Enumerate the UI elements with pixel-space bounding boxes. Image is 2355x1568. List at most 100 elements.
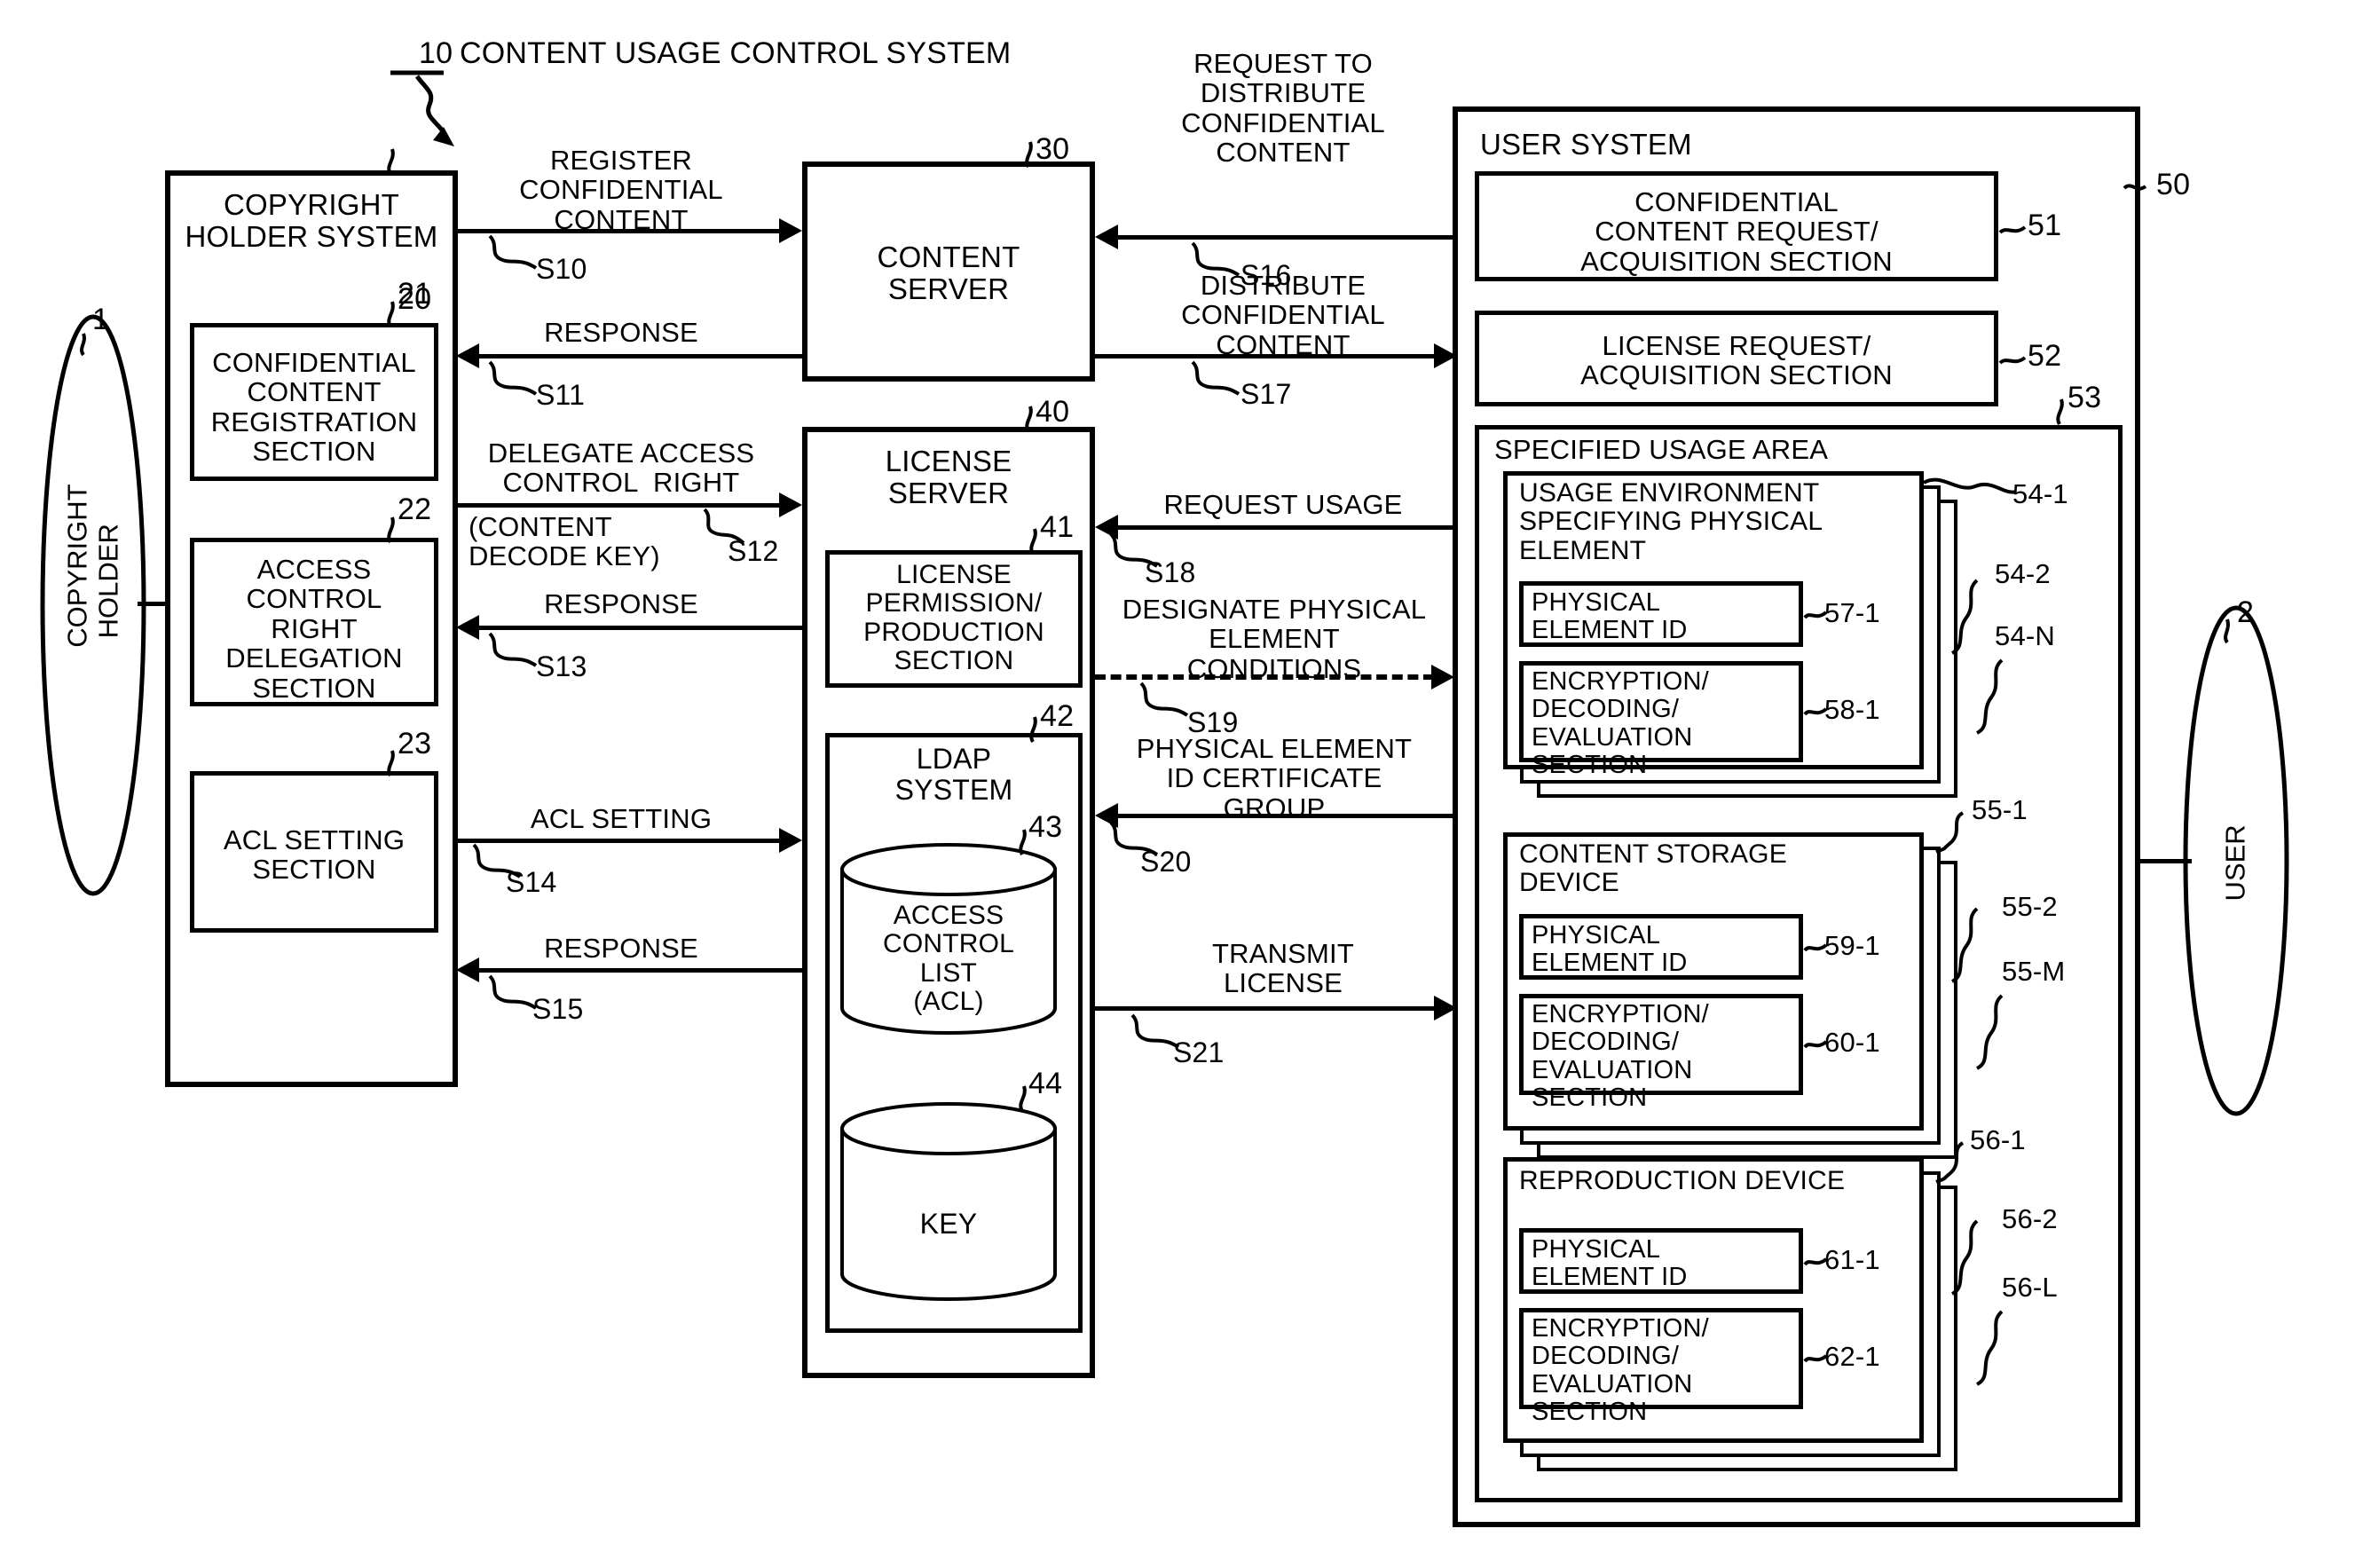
user-system-title: USER SYSTEM [1480, 128, 1692, 161]
ref-56-L-leader [1975, 1310, 2004, 1386]
flow-s16-label: REQUEST TO DISTRIBUTE CONFIDENTIAL CONTE… [1181, 48, 1385, 169]
ref-55-M: 55-M [2002, 956, 2066, 987]
specified-usage-area-title: SPECIFIED USAGE AREA [1494, 434, 1829, 465]
ref-59-1-leader [1803, 943, 1828, 952]
license-request-acquisition-section-label: LICENSE REQUEST/ ACQUISITION SECTION [1580, 330, 1893, 391]
physical-element-id-label-59: PHYSICAL ELEMENT ID [1532, 921, 1688, 978]
flow-s10-label: REGISTER CONFIDENTIAL CONTENT [519, 145, 723, 235]
ref-52-leader [1998, 356, 2027, 365]
ref-50-leader [2123, 184, 2147, 191]
flow-s18-label: REQUEST USAGE [1163, 489, 1403, 520]
ref-56-2: 56-2 [2002, 1203, 2058, 1234]
system-title: CONTENT USAGE CONTROL SYSTEM [460, 36, 1012, 70]
ref-61-1-leader [1803, 1257, 1828, 1266]
key-database-cylinder [840, 1102, 1057, 1301]
flow-s17-leader [1191, 360, 1241, 396]
ref-54-N: 54-N [1995, 620, 2055, 651]
ref-30-leader [1025, 141, 1033, 169]
flow-s14-leader [472, 843, 522, 879]
flow-s18-leader [1109, 532, 1159, 568]
ref-55-1: 55-1 [1972, 794, 2028, 825]
ref-57-1: 57-1 [1824, 597, 1880, 628]
user-label: USER [2219, 824, 2251, 902]
ref-20-leader [387, 148, 395, 176]
ref-56-1-leader [1935, 1141, 1965, 1184]
flow-s12-arrowhead [779, 492, 802, 517]
user-system-to-user-connector [2138, 859, 2192, 863]
ref-61-1: 61-1 [1824, 1244, 1880, 1275]
flow-s20-leader [1109, 821, 1159, 856]
confidential-content-registration-section-label: CONFIDENTIAL CONTENT REGISTRATION SECTIO… [210, 347, 418, 468]
flow-s12-label: DELEGATE ACCESS CONTROL RIGHT [487, 437, 755, 499]
flow-s15-label: RESPONSE [544, 933, 698, 964]
flow-s15-leader [488, 974, 538, 1010]
flow-s19-leader [1139, 682, 1189, 717]
flow-s13-step: S13 [536, 650, 587, 682]
key-database-label: KEY [919, 1208, 978, 1240]
ref-60-1-leader [1803, 1040, 1828, 1049]
flow-s10-leader [488, 234, 538, 270]
flow-s10-step: S10 [536, 253, 587, 285]
ref-62-1: 62-1 [1824, 1341, 1880, 1372]
flow-s16-line [1114, 235, 1457, 240]
ref-23-leader [387, 750, 395, 777]
flow-s12-sublabel: (CONTENT DECODE KEY) [469, 511, 660, 572]
license-permission-production-section-label: LICENSE PERMISSION/ PRODUCTION SECTION [863, 560, 1044, 676]
flow-s18-line [1114, 525, 1457, 530]
flow-s14-arrowhead [779, 828, 802, 853]
flow-s12-leader [703, 508, 745, 545]
content-server-title: CONTENT SERVER [877, 240, 1020, 305]
patent-figure: 10 CONTENT USAGE CONTROL SYSTEM COPYRIGH… [0, 0, 2355, 1568]
ref-53-leader [2056, 398, 2064, 426]
ref-54-1-leader [1922, 477, 2017, 494]
ref-62-1-leader [1803, 1354, 1828, 1363]
physical-element-id-label-57: PHYSICAL ELEMENT ID [1532, 588, 1688, 645]
copyright-holder-label: COPYRIGHT HOLDER [61, 484, 123, 648]
flow-s21-line [1095, 1006, 1437, 1011]
ref-44-leader [1019, 1085, 1027, 1113]
flow-s20-label: PHYSICAL ELEMENT ID CERTIFICATE GROUP [1136, 733, 1413, 823]
flow-s21-leader [1130, 1013, 1180, 1049]
ref-57-1-leader [1803, 611, 1828, 619]
flow-s13-leader [488, 632, 538, 667]
encryption-decoding-evaluation-section-label-62: ENCRYPTION/ DECODING/ EVALUATION SECTION [1532, 1314, 1709, 1426]
ref-56-L: 56-L [2002, 1272, 2058, 1303]
content-storage-device-title: CONTENT STORAGE DEVICE [1519, 839, 1787, 898]
ref-43-leader [1019, 829, 1027, 856]
ref-42-leader [1029, 716, 1037, 744]
encryption-decoding-evaluation-section-label-58: ENCRYPTION/ DECODING/ EVALUATION SECTION [1532, 667, 1709, 779]
acl-database-label: ACCESS CONTROL LIST (ACL) [882, 901, 1015, 1017]
ref-56-1: 56-1 [1970, 1124, 2026, 1155]
user-ref-leader [2224, 619, 2230, 644]
ref-51-leader [1998, 225, 2027, 234]
ref-22-leader [387, 516, 395, 544]
flow-s11-step: S11 [536, 379, 586, 411]
usage-env-specifying-physical-element-title: USAGE ENVIRONMENT SPECIFYING PHYSICAL EL… [1519, 478, 1823, 565]
physical-element-id-label-61: PHYSICAL ELEMENT ID [1532, 1235, 1688, 1292]
copyright-holder-system-title: COPYRIGHT HOLDER SYSTEM [185, 188, 438, 253]
confidential-content-request-acquisition-section-label: CONFIDENTIAL CONTENT REQUEST/ ACQUISITIO… [1580, 186, 1893, 277]
ref-41-leader [1029, 528, 1037, 555]
ref-55-2-leader [1950, 907, 1979, 983]
ref-54-2: 54-2 [1995, 558, 2051, 589]
ldap-system-label: LDAP SYSTEM [894, 743, 1013, 806]
ref-54-N-leader [1975, 658, 2004, 735]
ref-21-leader [387, 301, 395, 328]
flow-s14-label: ACL SETTING [530, 803, 713, 834]
ref-58-1: 58-1 [1824, 694, 1880, 725]
flow-s19-label: DESIGNATE PHYSICAL ELEMENT CONDITIONS [1122, 594, 1427, 684]
system-ref-number: 10 [419, 36, 453, 70]
copyright-holder-leader [80, 333, 86, 357]
flow-s21-arrowhead [1434, 996, 1457, 1020]
flow-s11-leader [488, 360, 538, 396]
ref-55-M-leader [1975, 994, 2004, 1070]
ref-54-2-leader [1950, 579, 1979, 655]
flow-s10-arrowhead [779, 218, 802, 243]
flow-s11-label: RESPONSE [544, 317, 698, 348]
flow-s13-label: RESPONSE [544, 588, 698, 619]
ref-56-2-leader [1950, 1219, 1979, 1296]
ref-55-2: 55-2 [2002, 891, 2058, 922]
reproduction-device-title: REPRODUCTION DEVICE [1519, 1166, 1846, 1195]
flow-s17-label: DISTRIBUTE CONFIDENTIAL CONTENT [1181, 270, 1385, 360]
flow-s21-label: TRANSMIT LICENSE [1211, 938, 1355, 999]
